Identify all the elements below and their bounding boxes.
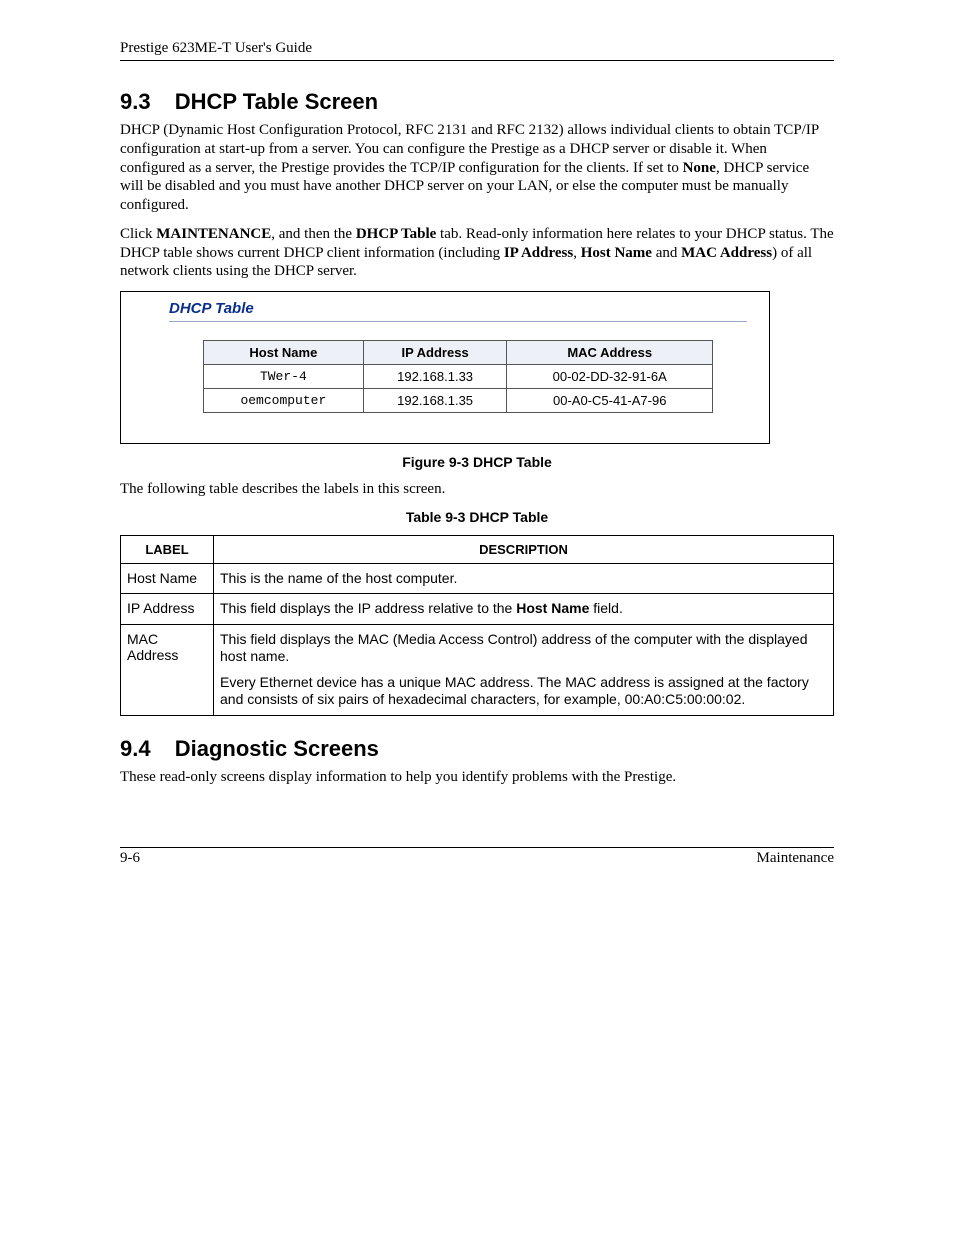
footer-section: Maintenance (757, 850, 834, 867)
sec93-paragraph-2: Click MAINTENANCE, and then the DHCP Tab… (120, 225, 834, 281)
table-row: MAC Address This field displays the MAC … (121, 624, 834, 715)
section-number: 9.4 (120, 736, 151, 762)
section-9-3-heading: 9.3 DHCP Table Screen (120, 89, 834, 115)
table-row: oemcomputer 192.168.1.35 00-A0-C5-41-A7-… (204, 389, 713, 413)
cell-host: oemcomputer (204, 389, 364, 413)
description-table: LABEL DESCRIPTION Host Name This is the … (120, 535, 834, 716)
cell-desc: This field displays the MAC (Media Acces… (214, 624, 834, 715)
cell-mac: 00-02-DD-32-91-6A (507, 365, 713, 389)
cell-ip: 192.168.1.33 (363, 365, 507, 389)
figure-caption: Figure 9-3 DHCP Table (120, 454, 834, 470)
section-number: 9.3 (120, 89, 151, 115)
cell-desc: This is the name of the host computer. (214, 563, 834, 594)
dhcp-panel-divider (169, 321, 747, 322)
cell-host: TWer-4 (204, 365, 364, 389)
cell-mac: 00-A0-C5-41-A7-96 (507, 389, 713, 413)
cell-desc: This field displays the IP address relat… (214, 594, 834, 625)
mid-sentence: The following table describes the labels… (120, 480, 834, 499)
table-row: IP Address This field displays the IP ad… (121, 594, 834, 625)
section-title: DHCP Table Screen (175, 89, 378, 114)
page-number: 9-6 (120, 850, 140, 867)
table-caption: Table 9-3 DHCP Table (120, 509, 834, 525)
table-row: Host Name This is the name of the host c… (121, 563, 834, 594)
cell-label: MAC Address (121, 624, 214, 715)
dhcp-table: Host Name IP Address MAC Address TWer-4 … (203, 340, 713, 413)
page-header: Prestige 623ME-T User's Guide (120, 40, 834, 61)
col-description: DESCRIPTION (214, 535, 834, 563)
col-label: LABEL (121, 535, 214, 563)
table-header-row: Host Name IP Address MAC Address (204, 341, 713, 365)
guide-title: Prestige 623ME-T User's Guide (120, 40, 312, 56)
section-9-4-heading: 9.4 Diagnostic Screens (120, 736, 834, 762)
col-ip-address: IP Address (363, 341, 507, 365)
table-header-row: LABEL DESCRIPTION (121, 535, 834, 563)
cell-ip: 192.168.1.35 (363, 389, 507, 413)
dhcp-panel-title: DHCP Table (169, 300, 757, 317)
col-mac-address: MAC Address (507, 341, 713, 365)
col-host-name: Host Name (204, 341, 364, 365)
page-footer: 9-6 Maintenance (120, 847, 834, 867)
sec94-paragraph-1: These read-only screens display informat… (120, 768, 834, 787)
table-row: TWer-4 192.168.1.33 00-02-DD-32-91-6A (204, 365, 713, 389)
dhcp-table-screenshot: DHCP Table Host Name IP Address MAC Addr… (120, 291, 770, 444)
cell-label: Host Name (121, 563, 214, 594)
sec93-paragraph-1: DHCP (Dynamic Host Configuration Protoco… (120, 121, 834, 215)
cell-label: IP Address (121, 594, 214, 625)
section-title: Diagnostic Screens (175, 736, 379, 761)
